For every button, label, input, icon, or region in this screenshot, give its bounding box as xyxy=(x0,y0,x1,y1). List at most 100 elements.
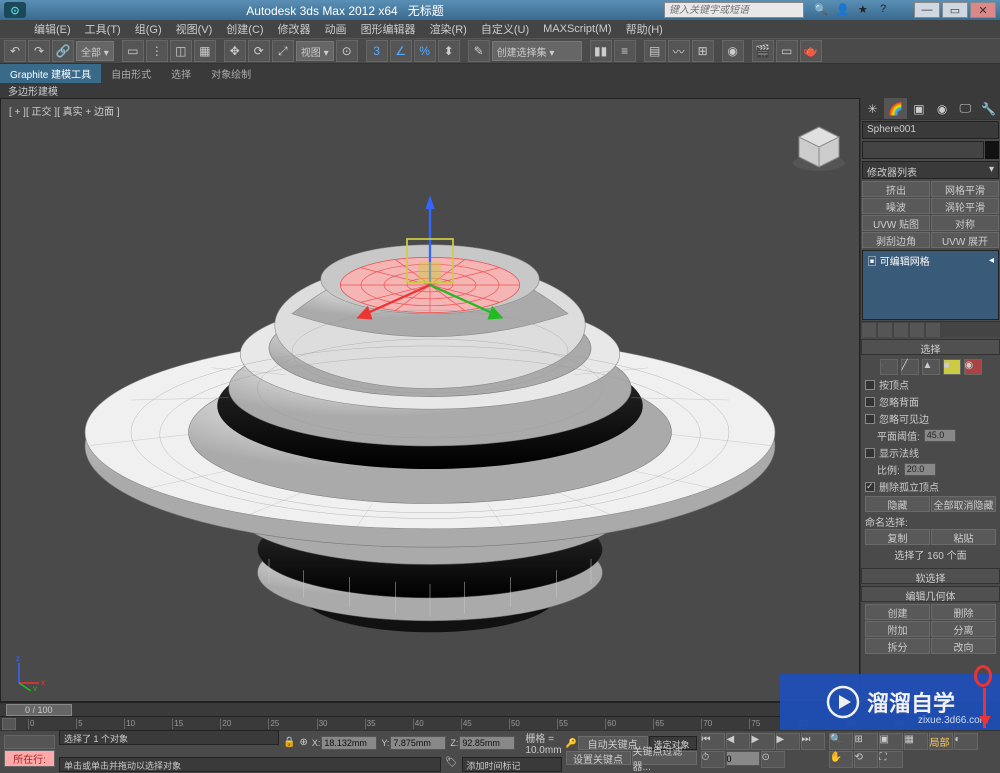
undo-button[interactable]: ↶ xyxy=(4,40,26,62)
add-time-tag[interactable]: 添加时间标记 xyxy=(462,757,562,772)
restore-button[interactable]: ▭ xyxy=(942,2,968,18)
menu-animation[interactable]: 动画 xyxy=(321,20,351,38)
pivot-button[interactable]: ⊙ xyxy=(336,40,358,62)
menu-customize[interactable]: 自定义(U) xyxy=(477,20,533,38)
keyfilter-button[interactable]: 关键点过滤器... xyxy=(632,751,697,765)
maximize-viewport-button[interactable]: ⛶ xyxy=(879,751,903,768)
link-button[interactable]: 🔗 xyxy=(52,40,74,62)
zoom-extents-all-button[interactable]: ▦ xyxy=(904,733,928,750)
select-button[interactable]: ▭ xyxy=(122,40,144,62)
normal-scale-spinner[interactable]: 20.0 xyxy=(904,463,936,476)
subobj-edge[interactable]: ╱ xyxy=(901,359,919,375)
orbit-button[interactable]: ⟲ xyxy=(854,751,878,768)
percent-snap-toggle[interactable]: % xyxy=(414,40,436,62)
next-frame-button[interactable]: ▶ xyxy=(776,733,800,750)
curve-editor-button[interactable]: 〰 xyxy=(668,40,690,62)
mod-uvwmap[interactable]: UVW 贴图 xyxy=(862,215,930,231)
track-toggle-icon[interactable] xyxy=(2,718,16,730)
show-normals-checkbox[interactable] xyxy=(865,448,875,458)
make-unique-button[interactable] xyxy=(894,323,908,337)
viewport[interactable]: [ + ][ 正交 ][ 真实 + 边面 ] xyxy=(0,98,860,702)
paste-sel-button[interactable]: 粘贴 xyxy=(931,529,996,545)
key-mode-button[interactable]: ⊙ xyxy=(761,751,785,768)
favorite-icon[interactable]: ★ xyxy=(858,3,872,17)
subobj-vertex[interactable]: · xyxy=(880,359,898,375)
object-name-field[interactable]: Sphere001 xyxy=(862,121,999,139)
layer-manager-button[interactable]: ▤ xyxy=(644,40,666,62)
delete-iso-checkbox[interactable] xyxy=(865,482,875,492)
coord-z-input[interactable] xyxy=(459,736,515,750)
signin-icon[interactable]: 👤 xyxy=(836,3,850,17)
render-frame-button[interactable]: ▭ xyxy=(776,40,798,62)
ignore-backfacing-checkbox[interactable] xyxy=(865,397,875,407)
absolute-mode-icon[interactable]: ⊕ xyxy=(299,737,307,748)
mod-noise[interactable]: 噪波 xyxy=(862,198,930,214)
ribbon-tab-paint[interactable]: 对象绘制 xyxy=(201,64,261,83)
material-editor-button[interactable]: ◉ xyxy=(722,40,744,62)
play-button[interactable]: ▶ xyxy=(751,733,775,750)
ribbon-tab-graphite[interactable]: Graphite 建模工具 xyxy=(0,64,101,83)
coord-x-input[interactable] xyxy=(321,736,377,750)
ref-coord-dropdown[interactable]: 视图 ▾ xyxy=(296,41,334,61)
mod-turbosmooth[interactable]: 涡轮平滑 xyxy=(931,198,999,214)
ribbon-tab-selection[interactable]: 选择 xyxy=(161,64,201,83)
setkey-button[interactable]: 设置关键点 xyxy=(566,751,631,765)
mod-symmetry[interactable]: 对称 xyxy=(931,215,999,231)
geo-attach-button[interactable]: 附加 xyxy=(865,621,930,637)
menu-create[interactable]: 创建(C) xyxy=(222,20,267,38)
rollout-softsel-header[interactable]: 软选择 xyxy=(861,568,1000,584)
move-button[interactable]: ✥ xyxy=(224,40,246,62)
modify-tab[interactable]: 🌈 xyxy=(884,98,907,119)
schematic-view-button[interactable]: ⊞ xyxy=(692,40,714,62)
time-config-button[interactable]: ⏱ xyxy=(701,751,725,768)
coord-y-input[interactable] xyxy=(390,736,446,750)
show-end-result-button[interactable] xyxy=(878,323,892,337)
select-name-button[interactable]: ⋮ xyxy=(146,40,168,62)
edit-named-sel-button[interactable]: ✎ xyxy=(468,40,490,62)
spinner-snap-toggle[interactable]: ⬍ xyxy=(438,40,460,62)
rotate-button[interactable]: ⟳ xyxy=(248,40,270,62)
motion-tab[interactable]: ◉ xyxy=(931,98,954,119)
menu-tools[interactable]: 工具(T) xyxy=(81,20,125,38)
time-tag-icon[interactable]: 🏷 xyxy=(445,757,458,772)
goto-start-button[interactable]: ⏮ xyxy=(701,733,725,750)
geo-delete-button[interactable]: 删除 xyxy=(931,604,996,620)
menu-view[interactable]: 视图(V) xyxy=(172,20,217,38)
modifier-list-dropdown[interactable]: 修改器列表▾ xyxy=(862,161,999,179)
utilities-tab[interactable]: 🔧 xyxy=(977,98,1000,119)
rollout-selection-header[interactable]: 选择 xyxy=(861,339,1000,355)
geo-split-button[interactable]: 拆分 xyxy=(865,638,930,654)
window-crossing-button[interactable]: ▦ xyxy=(194,40,216,62)
help-search-input[interactable] xyxy=(664,2,804,18)
menu-maxscript[interactable]: MAXScript(M) xyxy=(539,22,615,36)
unhide-all-button[interactable]: 全部取消隐藏 xyxy=(931,496,996,512)
zoom-button[interactable]: 🔍 xyxy=(829,733,853,750)
subobj-element[interactable]: ◉ xyxy=(964,359,982,375)
pin-stack-button[interactable] xyxy=(862,323,876,337)
current-frame-input[interactable] xyxy=(726,751,760,766)
render-setup-button[interactable]: 🎬 xyxy=(752,40,774,62)
display-tab[interactable]: 🖵 xyxy=(954,98,977,119)
viewcube[interactable] xyxy=(789,119,849,179)
geo-create-button[interactable]: 创建 xyxy=(865,604,930,620)
angle-snap-toggle[interactable]: ∠ xyxy=(390,40,412,62)
ignore-visible-checkbox[interactable] xyxy=(865,414,875,424)
hierarchy-tab[interactable]: ▣ xyxy=(907,98,930,119)
redo-button[interactable]: ↷ xyxy=(28,40,50,62)
minimize-button[interactable]: — xyxy=(914,2,940,18)
prev-frame-button[interactable]: ◀ xyxy=(726,733,750,750)
object-color-swatch[interactable] xyxy=(985,141,999,159)
modifier-stack[interactable]: ▣ 可编辑网格◂ xyxy=(862,250,999,320)
select-region-button[interactable]: ◫ xyxy=(170,40,192,62)
subobj-face[interactable]: ▲ xyxy=(922,359,940,375)
pan-button[interactable]: ✋ xyxy=(829,751,853,768)
help-icon[interactable]: ? xyxy=(880,3,894,17)
mod-peel[interactable]: 剥刮边角 xyxy=(862,232,930,248)
geo-turn-button[interactable]: 改向 xyxy=(931,638,996,654)
copy-sel-button[interactable]: 复制 xyxy=(865,529,930,545)
remove-mod-button[interactable] xyxy=(910,323,924,337)
keymode-toggle-icon[interactable]: 🔑 xyxy=(566,738,577,749)
subobj-polygon[interactable]: ■ xyxy=(943,359,961,375)
ribbon-panel-label[interactable]: 多边形建模 xyxy=(0,82,1000,98)
close-button[interactable]: ✕ xyxy=(970,2,996,18)
